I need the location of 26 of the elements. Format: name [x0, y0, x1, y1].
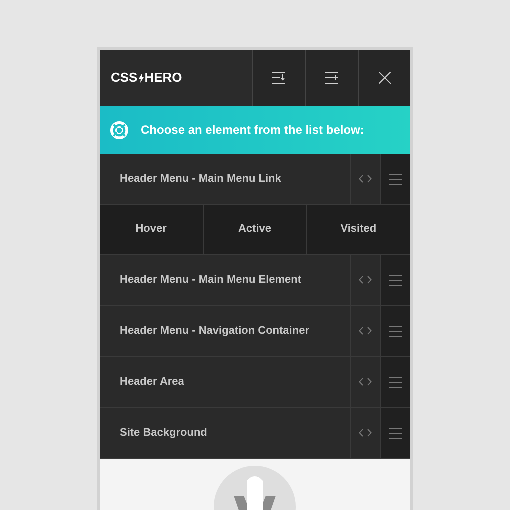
code-icon — [359, 175, 372, 183]
menu-icon — [389, 274, 402, 286]
menu-icon — [389, 428, 402, 438]
bolt-icon — [138, 74, 144, 82]
lifebuoy-icon — [110, 120, 129, 140]
code-icon — [359, 327, 372, 335]
menu-button[interactable] — [380, 255, 410, 305]
close-button[interactable] — [358, 50, 410, 106]
list-down-icon — [272, 72, 286, 84]
close-icon — [378, 72, 390, 84]
menu-icon — [389, 174, 402, 184]
menu-icon — [389, 326, 402, 336]
menu-button[interactable] — [380, 306, 410, 356]
code-icon — [359, 378, 372, 386]
menu-button[interactable] — [380, 154, 410, 204]
code-icon — [359, 276, 372, 284]
logo-text: HERO — [144, 69, 182, 88]
add-list-button[interactable] — [305, 50, 358, 106]
menu-icon — [389, 376, 402, 388]
menu-button[interactable] — [380, 408, 410, 458]
logo-text: CSS — [111, 69, 138, 88]
menu-button[interactable] — [380, 357, 410, 407]
instruction-text: Choose an element from the list below: — [141, 122, 364, 139]
list-plus-icon — [325, 72, 339, 84]
code-icon — [359, 429, 372, 437]
collapse-list-button[interactable] — [252, 50, 305, 106]
